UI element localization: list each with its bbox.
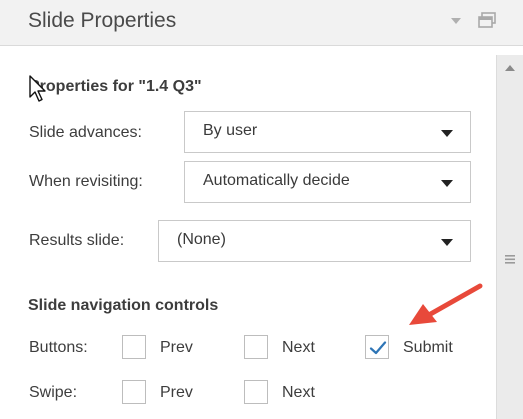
annotation-arrow-icon	[409, 283, 483, 325]
swipe-label: Swipe:	[29, 384, 78, 401]
buttons-submit-label: Submit	[403, 339, 453, 356]
buttons-label: Buttons:	[29, 339, 88, 356]
buttons-prev-label: Prev	[160, 339, 193, 356]
chevron-down-icon[interactable]	[451, 18, 461, 24]
slide-advances-label: Slide advances:	[29, 124, 142, 141]
panel-header: Slide Properties	[0, 0, 523, 46]
when-revisiting-value: Automatically decide	[203, 172, 350, 189]
chevron-down-icon	[441, 239, 453, 246]
slide-advances-value: By user	[203, 122, 258, 139]
swipe-prev-label: Prev	[160, 384, 193, 401]
buttons-prev-checkbox[interactable]	[122, 335, 146, 359]
slide-navigation-title: Slide navigation controls	[28, 297, 219, 314]
mouse-cursor-icon	[29, 75, 46, 102]
scroll-up-arrow-icon[interactable]	[505, 65, 515, 71]
panel-title: Slide Properties	[28, 9, 177, 32]
checkmark-icon	[369, 341, 387, 355]
properties-panel: Properties for "1.4 Q3" Slide advances: …	[0, 47, 496, 419]
slide-advances-select[interactable]: By user	[184, 111, 471, 153]
when-revisiting-select[interactable]: Automatically decide	[184, 161, 471, 203]
swipe-prev-checkbox[interactable]	[122, 380, 146, 404]
vertical-scrollbar[interactable]	[496, 55, 523, 419]
results-slide-select[interactable]: (None)	[158, 220, 471, 262]
restore-window-icon[interactable]	[478, 12, 496, 28]
results-slide-label: Results slide:	[29, 232, 125, 249]
when-revisiting-label: When revisiting:	[29, 173, 143, 190]
buttons-submit-checkbox[interactable]	[365, 335, 389, 359]
buttons-next-checkbox[interactable]	[244, 335, 268, 359]
swipe-next-checkbox[interactable]	[244, 380, 268, 404]
properties-heading: Properties for "1.4 Q3"	[29, 78, 202, 95]
buttons-next-label: Next	[282, 339, 315, 356]
scroll-grip-icon[interactable]	[505, 255, 515, 264]
chevron-down-icon	[441, 130, 453, 137]
results-slide-value: (None)	[177, 231, 226, 248]
chevron-down-icon	[441, 180, 453, 187]
swipe-next-label: Next	[282, 384, 315, 401]
